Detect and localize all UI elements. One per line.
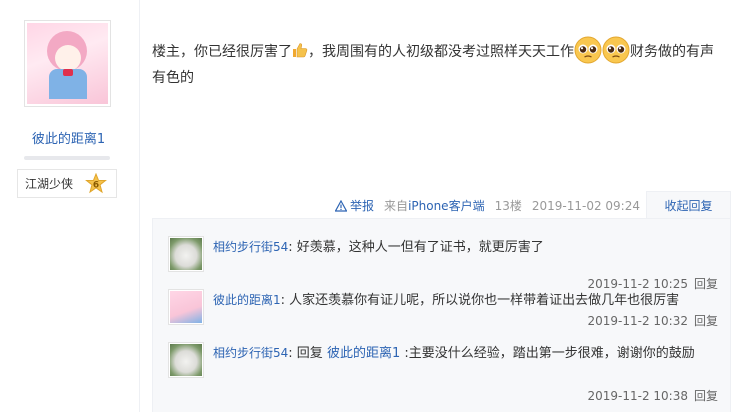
reply-item: 相约步行街54: 好羡慕，这种人一但有了证书，就更厉害了 2019-11-2 1…: [168, 236, 718, 291]
rank-level-icon: 6: [85, 173, 107, 194]
author-panel: 彼此的距离1 江湖少侠 6: [0, 0, 140, 412]
post-meta: 举报 来自iPhone客户端 13楼 2019-11-02 09:24: [335, 197, 640, 214]
reply-time: 2019-11-2 10:32: [587, 314, 688, 328]
report-link[interactable]: 举报: [335, 197, 374, 214]
reply-text: 好羡慕，这种人一但有了证书，就更厉害了: [292, 240, 544, 255]
fold-replies-button[interactable]: 收起回复: [646, 191, 731, 219]
author-avatar[interactable]: [24, 20, 111, 107]
reply-time: 2019-11-2 10:38: [587, 389, 688, 403]
reply-at-user-link[interactable]: 彼此的距离1: [327, 346, 400, 361]
reply-username-link[interactable]: 相约步行街54: [213, 240, 288, 254]
reply-item: 彼此的距离1: 人家还羡慕你有证儿呢，所以说你也一样带着证出去做几年也很厉害 2…: [168, 289, 718, 339]
reply-list: 相约步行街54: 好羡慕，这种人一但有了证书，就更厉害了 2019-11-2 1…: [152, 218, 731, 412]
reply-avatar[interactable]: [168, 342, 204, 378]
avatar-image: [27, 23, 108, 104]
post-text-part1: 楼主，你已经很厉害了: [152, 44, 292, 60]
reply-body: 相约步行街54: 回复 彼此的距离1 :主要没什么经验，踏出第一步很难，谢谢你的…: [213, 342, 716, 365]
post-source: 来自iPhone客户端: [384, 197, 485, 214]
post-datetime: 2019-11-02 09:24: [531, 198, 640, 213]
reply-item: 相约步行街54: 回复 彼此的距离1 :主要没什么经验，踏出第一步很难，谢谢你的…: [168, 342, 718, 412]
reply-text: :主要没什么经验，踏出第一步很难，谢谢你的鼓励: [400, 346, 695, 361]
reply-body: 相约步行街54: 好羡慕，这种人一但有了证书，就更厉害了: [213, 236, 716, 259]
rank-title: 江湖少侠: [25, 177, 74, 191]
source-client-link[interactable]: iPhone客户端: [408, 199, 485, 213]
report-label: 举报: [350, 199, 375, 213]
post-content-area: 楼主，你已经很厉害了 ，我周围有的人初级都没考过照样天天工作 财务做的有声有色的 举…: [152, 0, 731, 412]
reply-footer: 2019-11-2 10:32 回复: [587, 312, 718, 329]
reply-username-link[interactable]: 彼此的距离1: [213, 293, 281, 307]
reply-button[interactable]: 回复: [694, 314, 718, 328]
reply-word: 回复: [292, 346, 327, 361]
reply-username-link[interactable]: 相约步行街54: [213, 346, 288, 360]
floor-number: 13楼: [494, 199, 522, 213]
warning-icon: [335, 199, 348, 212]
post-text-part2: ，我周围有的人初级都没考过照样天天工作: [308, 44, 574, 60]
pleading-face-icon: [602, 36, 630, 64]
reply-avatar[interactable]: [168, 289, 204, 325]
source-prefix: 来自: [384, 199, 409, 213]
reply-footer: 2019-11-2 10:38 回复: [587, 387, 718, 404]
reply-text: 人家还羡慕你有证儿呢，所以说你也一样带着证出去做几年也很厉害: [285, 293, 680, 308]
divider: [24, 156, 110, 160]
author-name-link[interactable]: 彼此的距离1: [0, 128, 137, 147]
pleading-face-icon: [574, 36, 602, 64]
svg-text:6: 6: [93, 181, 99, 191]
reply-button[interactable]: 回复: [694, 389, 718, 403]
reply-avatar[interactable]: [168, 236, 204, 272]
reply-body: 彼此的距离1: 人家还羡慕你有证儿呢，所以说你也一样带着证出去做几年也很厉害: [213, 289, 716, 312]
thumbs-up-icon: [293, 43, 308, 58]
rank-badge-box[interactable]: 江湖少侠 6: [17, 169, 117, 198]
post-text: 楼主，你已经很厉害了 ，我周围有的人初级都没考过照样天天工作 财务做的有声有色的: [152, 36, 720, 91]
